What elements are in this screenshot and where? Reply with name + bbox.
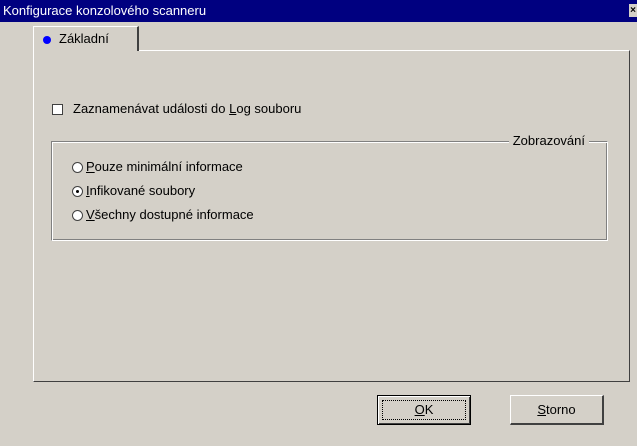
display-groupbox: Zobrazování Pouze minimální informace In… [51, 133, 608, 241]
blue-bullet-icon [43, 36, 51, 44]
tab-zakladni[interactable]: Základní [33, 26, 139, 51]
radio-button[interactable] [72, 210, 83, 221]
log-checkbox[interactable] [52, 104, 63, 115]
radio-label: Infikované soubory [86, 183, 196, 198]
log-checkbox-label: Zaznamenávat události do Log souboru [73, 101, 302, 116]
radio-dot-icon [76, 190, 79, 193]
group-title: Zobrazování [508, 133, 589, 148]
storno-button[interactable]: Storno [510, 395, 604, 425]
ok-button[interactable]: OK [377, 395, 471, 425]
radio-button-selected[interactable] [72, 186, 83, 197]
title-bar: Konfigurace konzolového scanneru × [0, 0, 637, 22]
tab-label: Základní [59, 31, 109, 46]
radio-button[interactable] [72, 162, 83, 173]
radio-label: Všechny dostupné informace [86, 207, 254, 222]
radio-label: Pouze minimální informace [86, 159, 243, 174]
close-icon[interactable]: × [629, 4, 637, 17]
focus-rect [382, 400, 466, 420]
window-title: Konfigurace konzolového scanneru [3, 3, 207, 18]
